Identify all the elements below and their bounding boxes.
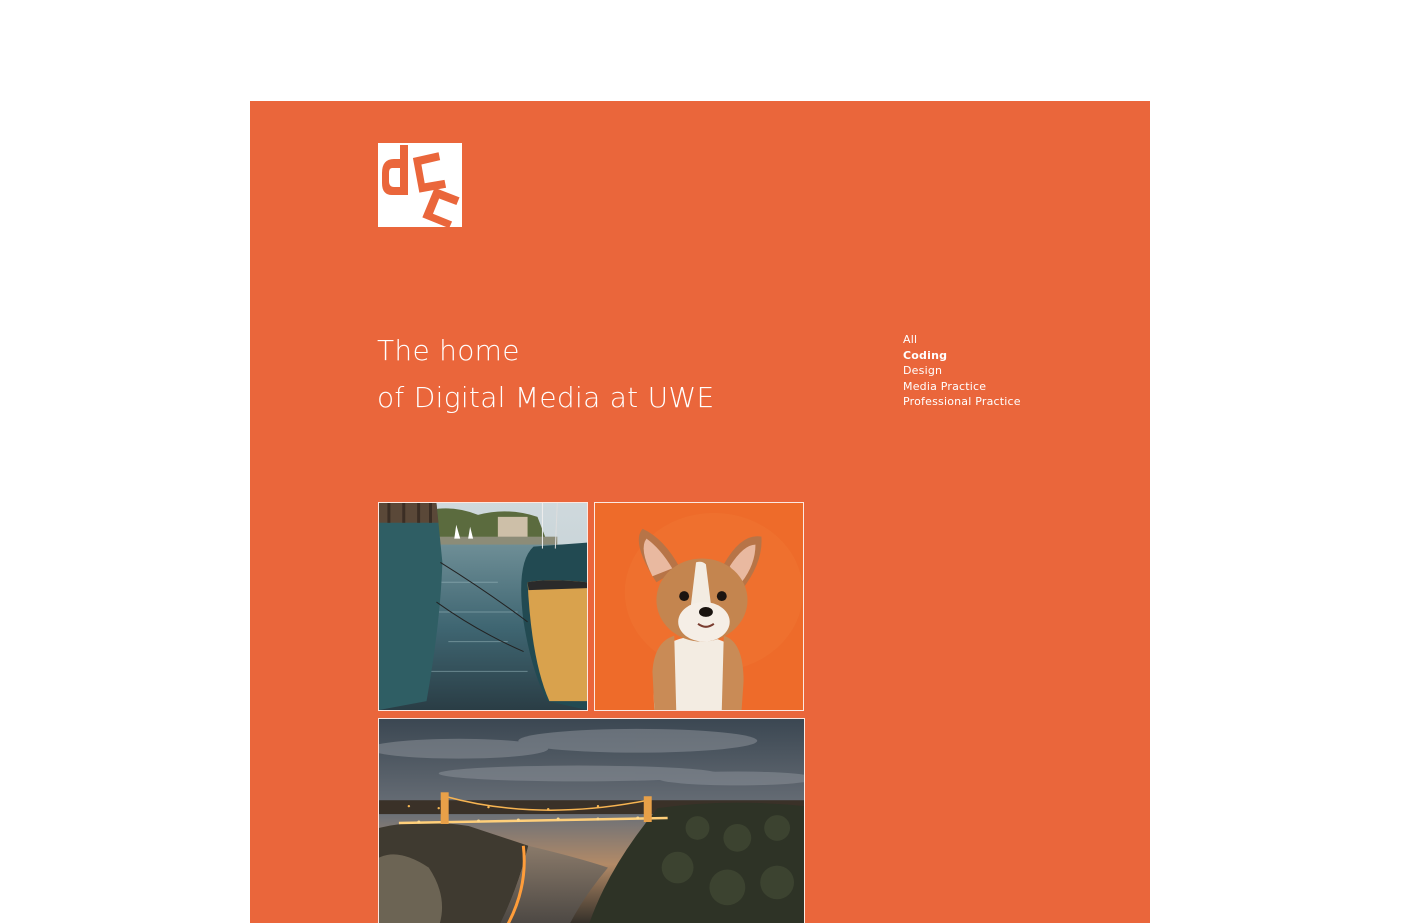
harbour-boats-photo[interactable] bbox=[378, 502, 588, 711]
corgi-puppy-photo[interactable] bbox=[594, 502, 804, 711]
page-panel: The home of Digital Media at UWE All Cod… bbox=[250, 101, 1150, 923]
dcc-logo-icon[interactable] bbox=[378, 143, 462, 227]
filter-coding[interactable]: Coding bbox=[903, 348, 1021, 364]
category-filter-list: All Coding Design Media Practice Profess… bbox=[903, 332, 1021, 410]
filter-design[interactable]: Design bbox=[903, 363, 1021, 379]
headline-line-1: The home bbox=[377, 334, 520, 367]
filter-media-practice[interactable]: Media Practice bbox=[903, 379, 1021, 395]
hero-headline: The home of Digital Media at UWE bbox=[377, 327, 714, 421]
suspension-bridge-photo[interactable] bbox=[378, 718, 805, 923]
filter-professional-practice[interactable]: Professional Practice bbox=[903, 394, 1021, 410]
headline-line-2: of Digital Media at UWE bbox=[377, 381, 715, 414]
filter-all[interactable]: All bbox=[903, 332, 1021, 348]
